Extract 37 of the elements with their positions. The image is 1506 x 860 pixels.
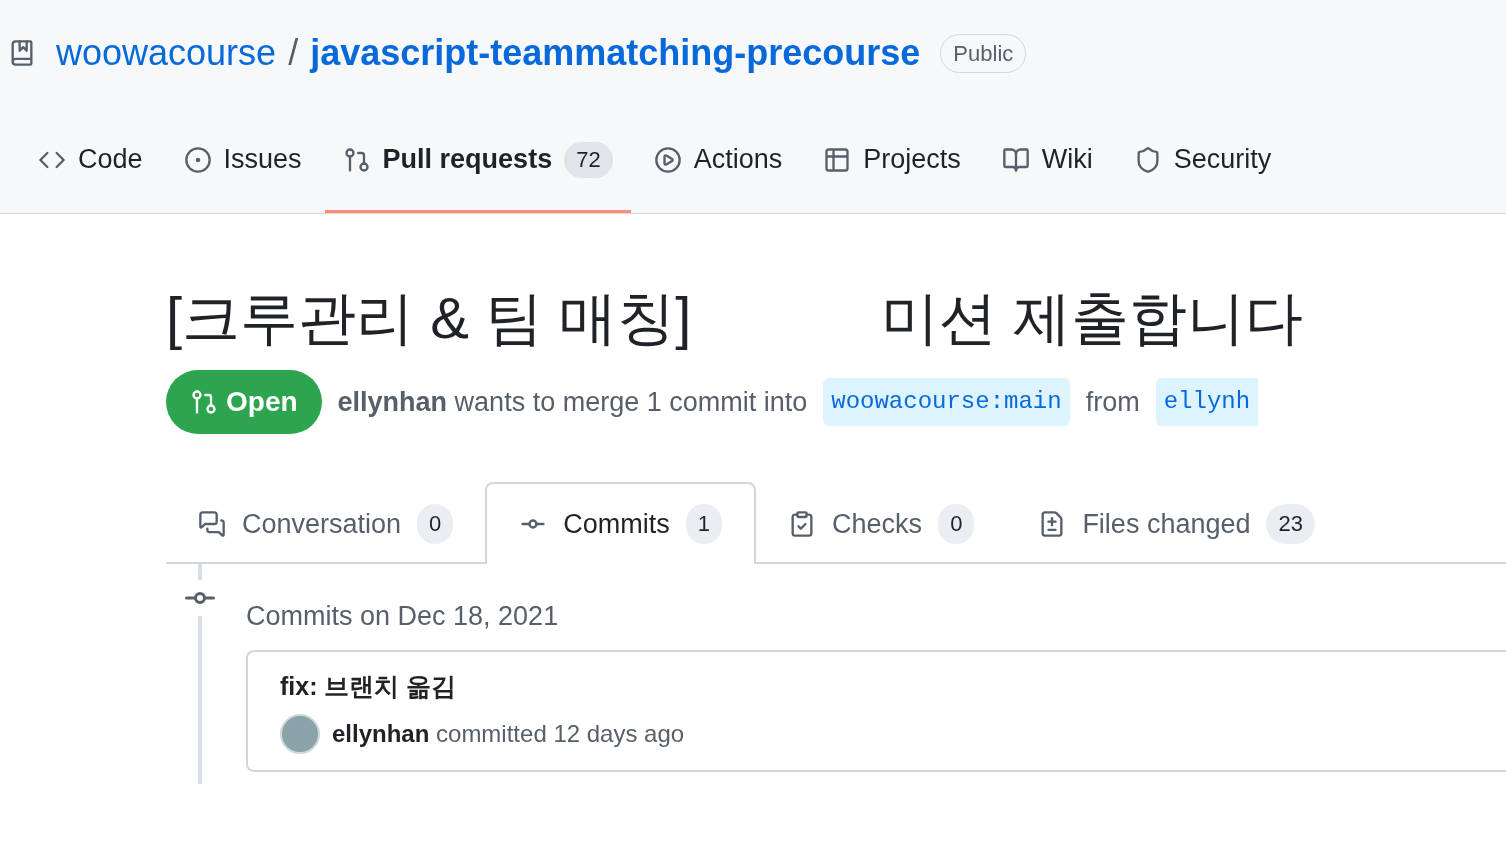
pr-tab[interactable]: Files changed 23 bbox=[1006, 484, 1347, 564]
count-badge: 0 bbox=[938, 504, 975, 544]
play-icon bbox=[653, 145, 682, 174]
count-badge: 23 bbox=[1266, 504, 1315, 544]
commit-date-heading: Commits on Dec 18, 2021 bbox=[246, 600, 560, 632]
pr-title-end: 미션 제출합니다 bbox=[881, 283, 1304, 352]
branch-label[interactable]: woowacourse:main bbox=[823, 378, 1070, 426]
pr-title: [크루관리 & 팀 매칭] bbox=[166, 283, 692, 352]
repo-link[interactable]: javascript-teammatching-precourse bbox=[310, 26, 921, 80]
book-icon bbox=[1001, 145, 1030, 174]
commit-message[interactable]: fix: 브랜치 옮김 bbox=[280, 668, 1476, 706]
speech-bubbles-icon bbox=[198, 510, 226, 538]
repo-tab[interactable]: Wiki bbox=[983, 109, 1111, 213]
path-separator: / bbox=[288, 31, 299, 75]
count-badge: 1 bbox=[685, 504, 723, 544]
pull-request-icon bbox=[190, 388, 218, 416]
repo-tab[interactable]: Code bbox=[20, 109, 161, 213]
merge-summary: ellynhan wants to merge 1 commit into bbox=[337, 385, 808, 419]
from-text: from bbox=[1085, 385, 1140, 419]
avatar bbox=[280, 713, 320, 754]
repo-tab[interactable]: Actions bbox=[635, 109, 801, 213]
pull-request-icon bbox=[342, 145, 371, 174]
pr-tab[interactable]: Commits 1 bbox=[485, 482, 757, 564]
status-badge: Open bbox=[166, 370, 322, 434]
branch-label[interactable]: ellynh bbox=[1155, 378, 1259, 426]
repo-tab[interactable]: Projects bbox=[805, 109, 979, 213]
repo-tab[interactable]: Issues bbox=[165, 109, 320, 213]
pr-tab[interactable]: Conversation 0 bbox=[166, 484, 486, 564]
count-badge: 72 bbox=[564, 141, 613, 178]
pr-tab[interactable]: Checks 0 bbox=[756, 484, 1007, 564]
table-icon bbox=[823, 145, 852, 174]
commit-byline: ellynhan committed 12 days ago bbox=[332, 718, 685, 749]
circle-dot-icon bbox=[183, 145, 212, 174]
owner-link[interactable]: woowacourse bbox=[56, 26, 277, 80]
repo-tab[interactable]: Security bbox=[1115, 109, 1290, 213]
repo-tab[interactable]: Pull requests 72 bbox=[324, 109, 631, 213]
count-badge: 0 bbox=[417, 504, 454, 544]
